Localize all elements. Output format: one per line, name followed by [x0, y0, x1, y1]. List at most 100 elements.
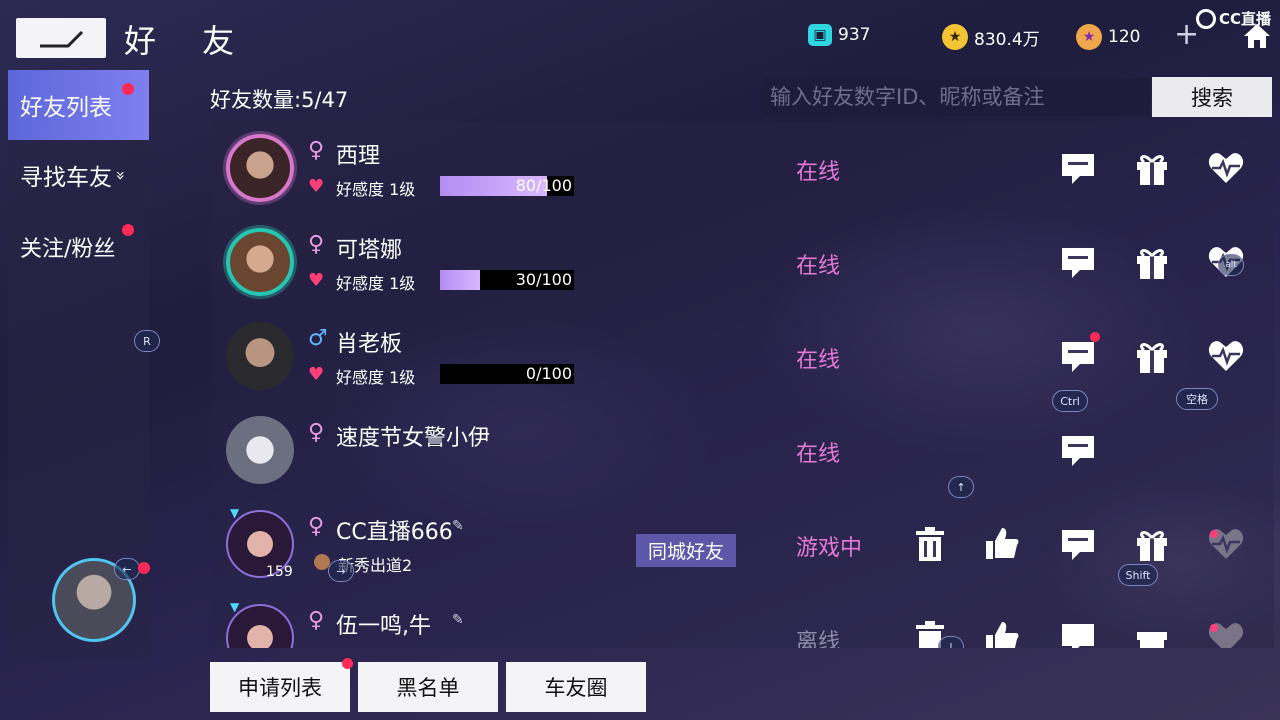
moments-button[interactable]: 车友圈 [506, 662, 646, 712]
apply-list-button[interactable]: 申请列表 [210, 662, 350, 712]
message-icon[interactable] [1058, 336, 1098, 376]
edit-remark-icon[interactable]: ✎ [452, 518, 464, 534]
male-icon: ♂ [308, 326, 328, 351]
same-city-tag: 同城好友 [636, 534, 737, 567]
key-hint-r: R [134, 330, 160, 352]
gift-icon[interactable] [1132, 524, 1172, 564]
heartbeat-disabled-icon[interactable] [1206, 524, 1246, 564]
notification-dot [1090, 332, 1100, 342]
expand-chevron-icon: » [111, 170, 131, 180]
back-arrow-icon [40, 30, 84, 48]
sidebar-item-friend-list[interactable]: 好友列表 [8, 70, 149, 140]
gift-icon[interactable] [1132, 618, 1172, 648]
page-title: 好 友 [124, 22, 253, 60]
sidebar-item-follow-fans[interactable]: 关注/粉丝 [8, 212, 149, 282]
friend-avatar[interactable] [226, 134, 294, 202]
friend-count: 好友数量:5/47 [210, 88, 349, 112]
delete-icon[interactable] [910, 524, 950, 564]
ingame-status: 游戏中 [796, 536, 863, 561]
friend-name: 西理 [336, 144, 381, 169]
message-icon[interactable] [1058, 524, 1098, 564]
friend-row[interactable]: ♂ 肖老板 ♥ 好感度 1级 0/100 在线 Ctrl 空格 [212, 310, 1274, 412]
gift-icon[interactable] [1132, 336, 1172, 376]
online-status: 在线 [796, 160, 841, 185]
like-icon[interactable] [982, 524, 1022, 564]
gift-icon[interactable] [1132, 242, 1172, 282]
affinity-label: 好感度 1级 [336, 180, 416, 199]
friend-avatar[interactable] [226, 228, 294, 296]
affinity-value: 0/100 [525, 364, 572, 383]
heartbeat-icon[interactable] [1206, 148, 1246, 188]
gem-value: 120 [1108, 27, 1141, 47]
friend-row[interactable]: ♀ 速度节女警小伊 在线 ↑ [212, 404, 1274, 498]
friend-name: 可塔娜 [336, 238, 403, 263]
message-icon[interactable] [1058, 618, 1098, 648]
sidebar-item-label: 好友列表 [20, 95, 112, 121]
heartbeat-disabled-icon[interactable] [1206, 618, 1246, 648]
key-hint-right: → [328, 560, 354, 582]
like-icon[interactable] [982, 618, 1022, 648]
gift-icon[interactable] [1132, 148, 1172, 188]
blacklist-button[interactable]: 黑名单 [358, 662, 498, 712]
notification-dot [138, 562, 150, 574]
message-icon[interactable] [1058, 148, 1098, 188]
back-button[interactable] [16, 18, 106, 58]
female-icon: ♀ [308, 232, 325, 257]
friend-name: 速度节女警小伊 [336, 426, 491, 451]
cc-logo-icon [1196, 8, 1216, 29]
sidebar-item-find-friends[interactable]: 寻找车友 » [8, 140, 149, 210]
female-icon: ♀ [308, 138, 325, 163]
top-bar: 好 友 ▣ 937 ★ 830.4万 ★ 120 + CC直播 [0, 0, 1280, 70]
friend-avatar[interactable] [226, 416, 294, 484]
affinity-value: 80/100 [515, 176, 572, 195]
friend-row[interactable]: ▼ 159 ♀ CC直播666 ✎ 新秀出道2 → 同城好友 游戏中 Shift [212, 498, 1274, 592]
friend-row[interactable]: ▼ ♀ 伍一鸣,牛 ✎ 离线 ↓ [212, 592, 1274, 648]
key-hint-down: ↓ [938, 636, 964, 648]
message-icon[interactable] [1058, 242, 1098, 282]
notification-dot [342, 658, 353, 669]
friend-name: CC直播666 [336, 520, 453, 545]
key-hint-left: ← [114, 558, 140, 580]
heart-icon: ♥ [308, 270, 325, 291]
female-icon: ♀ [308, 514, 325, 539]
affinity-label: 好感度 1级 [336, 368, 416, 387]
friend-row[interactable]: ♀ 西理 ♥ 好感度 1级 80/100 在线 [212, 122, 1274, 216]
gem-counter[interactable]: ★ 120 [1076, 24, 1140, 50]
search-input[interactable] [764, 78, 1150, 116]
ticket-counter[interactable]: ▣ 937 [808, 24, 870, 46]
coin-counter[interactable]: ★ 830.4万 [942, 24, 1040, 50]
heart-icon: ♥ [308, 176, 325, 197]
notification-dot [122, 83, 134, 95]
gem-icon: ★ [1076, 24, 1102, 50]
ticket-icon: ▣ [808, 24, 832, 46]
friend-row[interactable]: ♀ 可塔娜 ♥ 好感度 1级 30/100 在线 alt [212, 216, 1274, 310]
home-icon[interactable] [1242, 22, 1272, 50]
message-icon[interactable] [1058, 430, 1098, 470]
vip-icon: ▼ [230, 506, 240, 520]
affinity-fill [440, 270, 481, 290]
affinity-bar: 0/100 [440, 364, 574, 384]
key-hint-up: ↑ [948, 476, 974, 498]
vip-icon: ▼ [230, 600, 240, 614]
friend-list[interactable]: ♀ 西理 ♥ 好感度 1级 80/100 在线 ♀ 可塔娜 ♥ 好感度 1级 3… [212, 122, 1274, 648]
coin-icon: ★ [942, 24, 968, 50]
player-level: 159 [266, 564, 293, 580]
search-button[interactable]: 搜索 [1152, 77, 1272, 117]
sidebar-item-label: 关注/粉丝 [20, 237, 116, 262]
ticket-value: 937 [838, 25, 871, 45]
online-status: 在线 [796, 442, 841, 467]
affinity-bar: 80/100 [440, 176, 574, 196]
affinity-label: 好感度 1级 [336, 274, 416, 293]
online-status: 在线 [796, 254, 841, 279]
friend-name: 肖老板 [336, 332, 403, 357]
female-icon: ♀ [308, 420, 325, 445]
edit-remark-icon[interactable]: ✎ [452, 612, 464, 628]
heart-icon: ♥ [308, 364, 325, 385]
heartbeat-icon[interactable] [1206, 336, 1246, 376]
key-hint-shift: Shift [1118, 564, 1158, 586]
affinity-bar: 30/100 [440, 270, 574, 290]
friend-avatar[interactable] [226, 322, 294, 390]
online-status: 在线 [796, 348, 841, 373]
coin-value: 830.4万 [974, 29, 1040, 50]
notification-dot [122, 224, 134, 236]
